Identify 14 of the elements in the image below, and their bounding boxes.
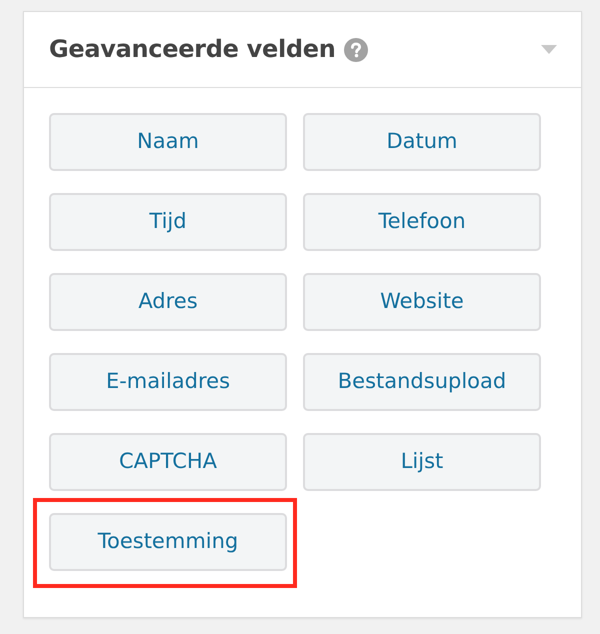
panel-title: Geavanceerde velden	[49, 35, 336, 64]
field-button[interactable]: Bestandsupload	[303, 353, 541, 411]
help-icon[interactable]	[344, 38, 368, 62]
field-button[interactable]: Naam	[49, 113, 287, 171]
field-button[interactable]: Telefoon	[303, 193, 541, 251]
field-button[interactable]: Tijd	[49, 193, 287, 251]
field-button[interactable]: Toestemming	[49, 513, 287, 571]
caret-icon[interactable]	[541, 45, 557, 54]
field-button[interactable]: Datum	[303, 113, 541, 171]
field-button[interactable]: CAPTCHA	[49, 433, 287, 491]
field-button[interactable]: E-mailadres	[49, 353, 287, 411]
field-button[interactable]: Lijst	[303, 433, 541, 491]
field-button[interactable]: Adres	[49, 273, 287, 331]
field-button[interactable]: Website	[303, 273, 541, 331]
